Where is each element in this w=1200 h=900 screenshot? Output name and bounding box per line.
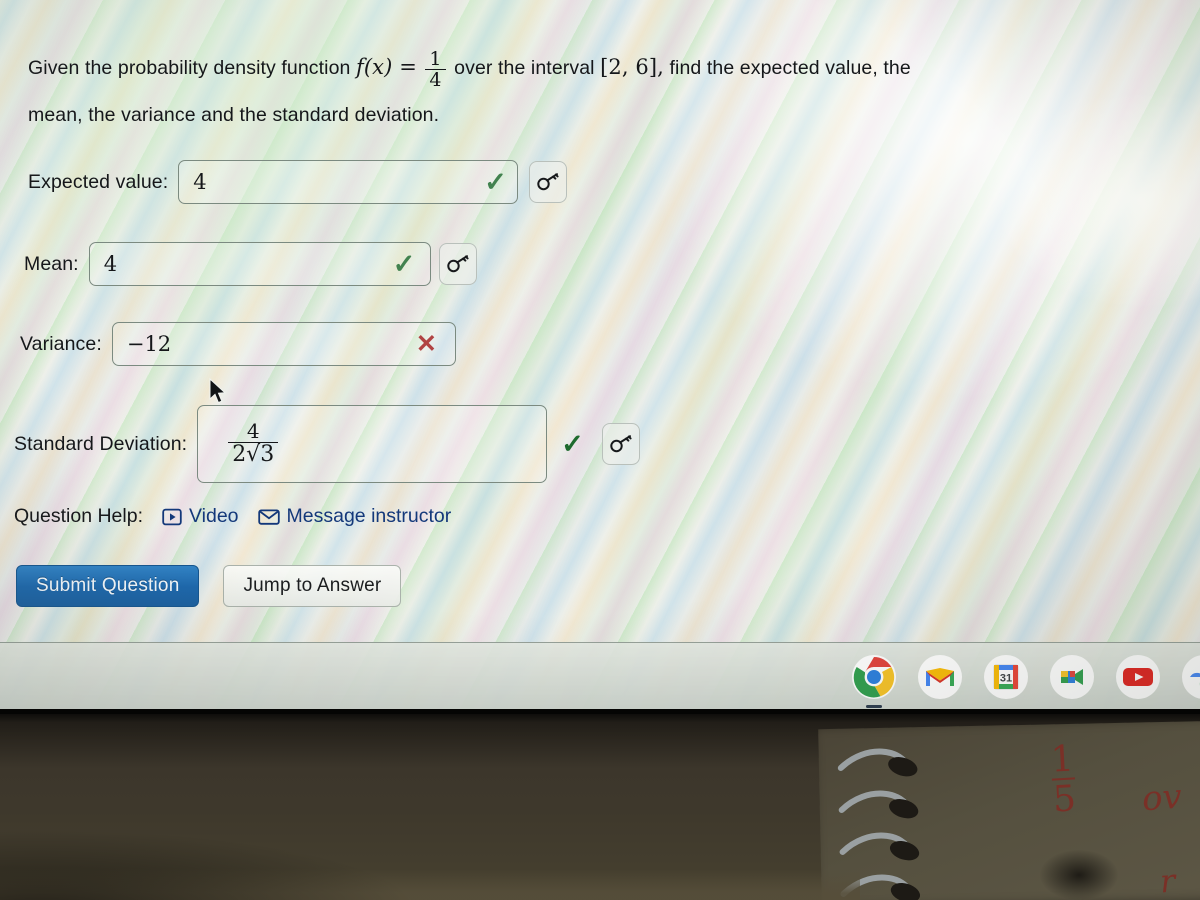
question-prompt: Given the probability density function f… [28, 44, 1158, 139]
variance-text: −12 [126, 332, 172, 356]
variance-label: Variance: [20, 332, 102, 355]
taskbar-item-chrome[interactable] [850, 653, 898, 708]
standard-deviation-fraction: 4 2√3 [228, 418, 279, 467]
interval-notation: [2, 6], [600, 55, 664, 79]
key-icon [610, 435, 632, 453]
function-notation: f(x) = [356, 55, 417, 79]
standard-deviation-input[interactable]: 4 2√3 [197, 405, 548, 483]
handwritten-word: ov [1140, 776, 1184, 820]
prompt-text-b: over the interval [454, 57, 595, 79]
mean-input[interactable]: 4 [88, 242, 431, 286]
mean-text: 4 [103, 252, 118, 276]
answer-row-variance: Variance: −12 ✕ [20, 322, 456, 366]
ink-smudge [1040, 850, 1118, 900]
standard-deviation-label: Standard Deviation: [14, 432, 188, 455]
taskbar-icon-group: 31 [850, 643, 1200, 709]
key-icon [447, 255, 469, 273]
desk-area [0, 709, 1200, 900]
monitor-bezel [0, 709, 1200, 714]
math-keyboard-button-standard-deviation[interactable] [601, 423, 640, 465]
prompt-text-c: find the expected value, the [669, 57, 911, 79]
submit-question-button[interactable]: Submit Question [16, 565, 200, 607]
google-photos-icon [1182, 654, 1200, 699]
answer-row-standard-deviation: Standard Deviation: 4 2√3 ✓ [14, 405, 640, 483]
density-fraction: 1 4 [425, 47, 446, 91]
prompt-text-d: mean, the variance and the standard devi… [28, 104, 440, 126]
taskbar-item-gmail[interactable] [916, 653, 964, 701]
handwritten-numerator: 1 [1049, 738, 1075, 781]
taskbar: 31 [0, 642, 1200, 709]
question-help-label: Question Help: [14, 505, 143, 527]
message-instructor-label: Message instructor [286, 505, 452, 527]
answer-row-mean: Mean: 4 ✓ [24, 242, 478, 286]
video-help-label: Video [189, 505, 239, 527]
jump-to-answer-button[interactable]: Jump to Answer [223, 565, 402, 607]
handwritten-denominator: 5 [1051, 777, 1077, 821]
play-video-icon [162, 508, 182, 525]
envelope-icon [257, 509, 280, 525]
gmail-icon [918, 654, 962, 699]
variance-input[interactable]: −12 [111, 322, 456, 366]
handwritten-fraction: 1 5 [1049, 738, 1077, 821]
sd-numerator: 4 [246, 418, 260, 443]
sd-denominator: 2√3 [228, 442, 279, 467]
active-window-indicator [866, 704, 882, 708]
expected-value-text: 4 [193, 170, 207, 194]
math-keyboard-button-expected-value[interactable] [528, 161, 567, 203]
google-calendar-icon: 31 [984, 654, 1028, 699]
homework-question-panel: Given the probability density function f… [0, 0, 1200, 642]
math-keyboard-button-mean[interactable] [439, 243, 478, 285]
expected-value-input[interactable]: 4 [178, 160, 519, 204]
taskbar-item-youtube[interactable] [1114, 653, 1162, 701]
question-actions: Submit Question Jump to Answer [16, 565, 402, 607]
chrome-icon [852, 654, 896, 699]
prompt-text-a: Given the probability density function [28, 57, 351, 79]
fraction-numerator: 1 [429, 47, 442, 70]
mean-label: Mean: [24, 252, 79, 275]
handwritten-word-second: r [1158, 861, 1177, 900]
message-instructor-link[interactable]: Message instructor [257, 505, 452, 528]
check-icon: ✓ [561, 428, 584, 459]
taskbar-item-photos[interactable] [1180, 653, 1200, 701]
taskbar-item-meet[interactable] [1048, 653, 1096, 701]
youtube-icon [1116, 654, 1160, 699]
question-help-row: Question Help: Video Message instructor [14, 505, 451, 528]
video-help-link[interactable]: Video [162, 505, 239, 528]
calendar-date-badge: 31 [1000, 672, 1012, 684]
google-meet-icon [1050, 654, 1094, 699]
fraction-denominator: 4 [425, 69, 446, 91]
desk-shadow-corner [0, 829, 420, 900]
photo-of-monitor: Given the probability density function f… [0, 0, 1200, 900]
expected-value-label: Expected value: [28, 170, 169, 193]
taskbar-item-calendar[interactable]: 31 [982, 653, 1030, 701]
monitor-screen: Given the probability density function f… [0, 0, 1200, 709]
answer-row-expected-value: Expected value: 4 ✓ [28, 160, 567, 204]
key-icon [537, 173, 559, 191]
mouse-cursor [209, 378, 227, 404]
